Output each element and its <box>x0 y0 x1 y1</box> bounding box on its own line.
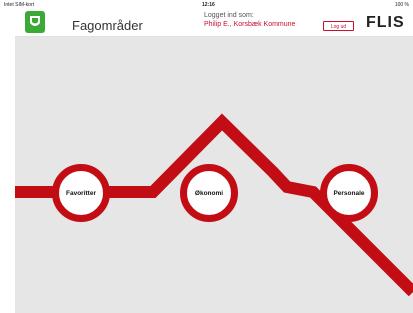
area-node-personale[interactable]: Personale <box>320 164 378 222</box>
app-screen: Intet SIM-kort 12:16 100 % Fagområder Lo… <box>0 0 413 313</box>
area-label-favoritter: Favoritter <box>66 189 96 197</box>
carrier-text: Intet SIM-kort <box>4 2 35 8</box>
battery-text: 100 % <box>394 2 409 8</box>
status-bar: Intet SIM-kort 12:16 100 % <box>0 0 413 9</box>
logged-in-label: Logget ind som: <box>204 12 254 19</box>
app-header: Fagområder Logget ind som: Philip E., Ko… <box>0 9 413 37</box>
municipality-logo-icon[interactable] <box>24 10 46 34</box>
logout-button[interactable]: Log ud <box>323 21 354 31</box>
page-title: Fagområder <box>72 18 143 33</box>
area-label-personale: Personale <box>333 189 365 197</box>
area-label-okonomi: Økonomi <box>194 189 224 197</box>
subject-map: Favoritter Økonomi Personale <box>15 37 413 313</box>
clock-text: 12:16 <box>202 2 215 8</box>
area-node-favoritter[interactable]: Favoritter <box>52 164 110 222</box>
brand-logo: FLIS <box>366 14 405 31</box>
left-margin <box>0 36 15 313</box>
user-name: Philip E., Korsbæk Kommune <box>204 21 296 28</box>
area-node-okonomi[interactable]: Økonomi <box>180 164 238 222</box>
